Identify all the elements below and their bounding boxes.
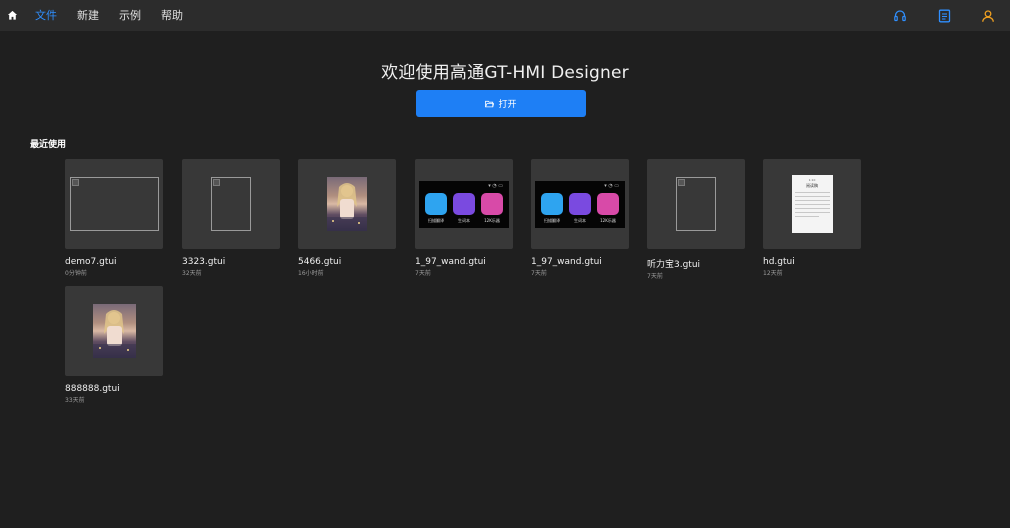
document-icon (938, 9, 950, 22)
app-label: 扫描翻译 (428, 217, 444, 223)
menu-item-examples[interactable]: 示例 (109, 0, 151, 31)
file-name: 听力宝3.gtui (647, 260, 701, 270)
file-thumbnail: ▾ ◔ ▭ 扫描翻译 生词本 12K乐器 (415, 159, 513, 249)
headset-icon (894, 9, 906, 21)
app-label: 生词本 (458, 217, 470, 223)
file-thumbnail: 1:10 阅读稿 (763, 159, 861, 249)
file-name: 5466.gtui (298, 257, 342, 267)
file-thumbnail (65, 286, 163, 376)
file-name: 1_97_wand.gtui (531, 257, 602, 267)
folder-open-icon (485, 100, 495, 107)
file-modified-time: 16小时前 (298, 270, 324, 277)
file-modified-time: 0分钟前 (65, 270, 87, 277)
app-screen-preview: ▾ ◔ ▭ 扫描翻译 生词本 12K乐器 (419, 180, 509, 228)
open-button[interactable]: 打开 (416, 90, 586, 117)
recent-file-card[interactable]: 5466.gtui 16小时前 (298, 159, 396, 277)
menu-item-help[interactable]: 帮助 (151, 0, 193, 31)
file-modified-time: 7天前 (415, 270, 431, 277)
app-label: 扫描翻译 (544, 217, 560, 223)
recent-file-card[interactable]: ▾ ◔ ▭ 扫描翻译 生词本 12K乐器 1_97_wand.gtui 7天前 (415, 159, 513, 277)
file-modified-time: 32天前 (182, 270, 202, 277)
recent-file-card[interactable]: 888888.gtui 33天前 (65, 286, 163, 404)
app-label: 生词本 (574, 217, 586, 223)
top-right-actions (878, 0, 1010, 31)
recent-file-card[interactable]: 1:10 阅读稿 hd.gtui 12天前 (763, 159, 861, 277)
recent-file-card[interactable]: 听力宝3.gtui 7天前 (647, 159, 745, 280)
file-thumbnail (298, 159, 396, 249)
menu-item-file[interactable]: 文件 (24, 0, 67, 31)
file-thumbnail (647, 159, 745, 249)
account-button[interactable] (966, 0, 1010, 31)
scan-app-icon (425, 192, 447, 215)
app-label: 12K乐器 (600, 217, 616, 223)
top-menu-bar: 文件 新建 示例 帮助 (0, 0, 1010, 31)
doc-title: 阅读稿 (806, 183, 818, 188)
document-thumbnail-image: 1:10 阅读稿 (791, 175, 833, 233)
file-thumbnail: ▾ ◔ ▭ 扫描翻译 生词本 12K乐器 (531, 159, 629, 249)
welcome-title: 欢迎使用高通GT-HMI Designer (381, 63, 629, 83)
book-app-icon (569, 192, 591, 215)
broken-image-icon (69, 177, 159, 231)
menu-item-new[interactable]: 新建 (67, 0, 109, 31)
file-modified-time: 33天前 (65, 397, 85, 404)
docs-button[interactable] (922, 0, 966, 31)
file-name: 3323.gtui (182, 257, 226, 267)
broken-image-icon (676, 177, 716, 231)
broken-image-icon (211, 177, 251, 231)
book-app-icon (453, 192, 475, 215)
file-name: 888888.gtui (65, 384, 120, 394)
file-modified-time: 12天前 (763, 270, 783, 277)
file-name: 1_97_wand.gtui (415, 257, 486, 267)
photo-thumbnail-image (327, 177, 367, 231)
file-thumbnail (65, 159, 163, 249)
app-label: 12K乐器 (484, 217, 500, 223)
file-name: hd.gtui (763, 257, 795, 267)
instrument-app-icon (481, 192, 503, 215)
file-modified-time: 7天前 (531, 270, 547, 277)
home-icon (7, 10, 17, 20)
photo-thumbnail-image (92, 304, 136, 358)
scan-app-icon (541, 192, 563, 215)
recent-file-card[interactable]: 3323.gtui 32天前 (182, 159, 280, 277)
file-thumbnail (182, 159, 280, 249)
main-menu: 文件 新建 示例 帮助 (24, 0, 193, 31)
home-button[interactable] (0, 0, 24, 31)
app-screen-preview: ▾ ◔ ▭ 扫描翻译 生词本 12K乐器 (535, 180, 625, 228)
open-button-label: 打开 (498, 100, 517, 110)
status-icons: ▾ ◔ ▭ (604, 182, 619, 189)
status-icons: ▾ ◔ ▭ (488, 182, 503, 189)
recent-file-card[interactable]: ▾ ◔ ▭ 扫描翻译 生词本 12K乐器 1_97_wand.gtui 7天前 (531, 159, 629, 277)
recent-file-card[interactable]: demo7.gtui 0分钟前 (65, 159, 163, 277)
instrument-app-icon (597, 192, 619, 215)
support-button[interactable] (878, 0, 922, 31)
recent-files-title: 最近使用 (30, 140, 67, 150)
file-modified-time: 7天前 (647, 273, 663, 280)
doc-heading: 1:10 (808, 178, 816, 182)
user-icon (982, 9, 994, 22)
file-name: demo7.gtui (65, 257, 117, 267)
